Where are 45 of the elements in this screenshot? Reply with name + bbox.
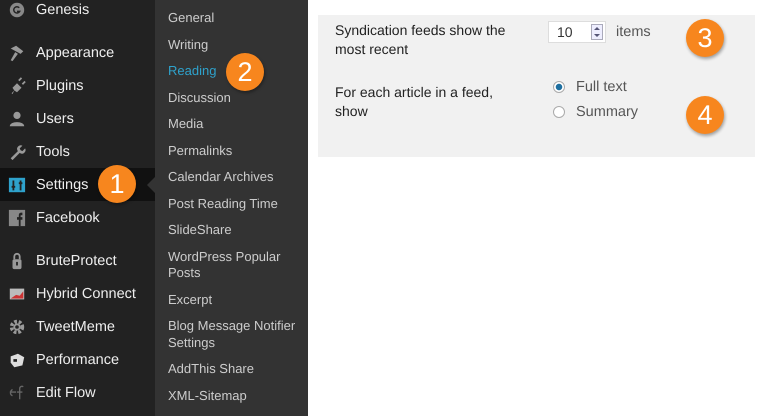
gear-icon	[8, 318, 26, 336]
submenu-link[interactable]: AddThis Share	[168, 361, 254, 378]
submenu-link[interactable]: Writing	[168, 36, 208, 53]
brush-icon	[8, 44, 26, 62]
user-icon	[8, 110, 26, 128]
menu-item[interactable]: Genesis	[0, 0, 155, 26]
submenu-link[interactable]: Reading	[168, 63, 216, 80]
submenu-link[interactable]: Excerpt	[168, 292, 212, 308]
menu-item[interactable]: Edit Flow	[0, 376, 155, 409]
radio-label: Full text	[576, 78, 627, 94]
sliders-icon	[8, 176, 26, 194]
radio-button[interactable]	[553, 106, 565, 118]
submenu-link[interactable]: Discussion	[168, 90, 231, 106]
menu-item[interactable]: Plugins	[0, 69, 155, 102]
submenu-link[interactable]: Media	[168, 116, 204, 132]
menu-item[interactable]: Facebook	[0, 201, 155, 234]
menu-item[interactable]: BruteProtect	[0, 244, 155, 277]
submenu-link[interactable]: Post Reading Time	[168, 196, 278, 212]
menu-item[interactable]: Settings 1	[0, 168, 155, 201]
step-number: 4	[686, 96, 724, 134]
setting-label: For each article in a feed, show	[335, 83, 494, 121]
submenu-link[interactable]: General	[168, 10, 214, 26]
wrench-icon	[8, 142, 26, 160]
number-field[interactable]: 10	[548, 21, 606, 43]
step-number: 2	[226, 53, 264, 91]
menu-item[interactable]: Tools	[0, 135, 155, 168]
submenu-link[interactable]: WordPress Popular Posts	[168, 248, 300, 282]
submenu-link[interactable]: XML-Sitemap	[168, 388, 247, 404]
unit-label: items	[616, 24, 651, 40]
radio-button[interactable]	[553, 80, 565, 92]
menu-item[interactable]: TweetMeme	[0, 310, 155, 343]
submenu-link[interactable]: Blog Message Notifier Settings	[168, 318, 300, 351]
spinner-icon[interactable]	[591, 24, 603, 40]
radio-label: Summary	[576, 104, 638, 120]
submenu-link[interactable]: SlideShare	[168, 222, 232, 238]
submenu-link[interactable]: Calendar Archives	[168, 169, 274, 186]
setting-label: Syndication feeds show the most recent	[335, 21, 506, 59]
facebook-icon	[8, 208, 26, 226]
menu-item[interactable]: Users	[0, 102, 155, 135]
step-number: 1	[98, 165, 136, 203]
submenu-link[interactable]: Permalinks	[168, 142, 232, 159]
menu-item[interactable]: Hybrid Connect	[0, 277, 155, 310]
menu-item[interactable]: Appearance	[0, 36, 155, 69]
menu-item[interactable]: Performance	[0, 343, 155, 376]
step-number: 3	[686, 19, 724, 57]
